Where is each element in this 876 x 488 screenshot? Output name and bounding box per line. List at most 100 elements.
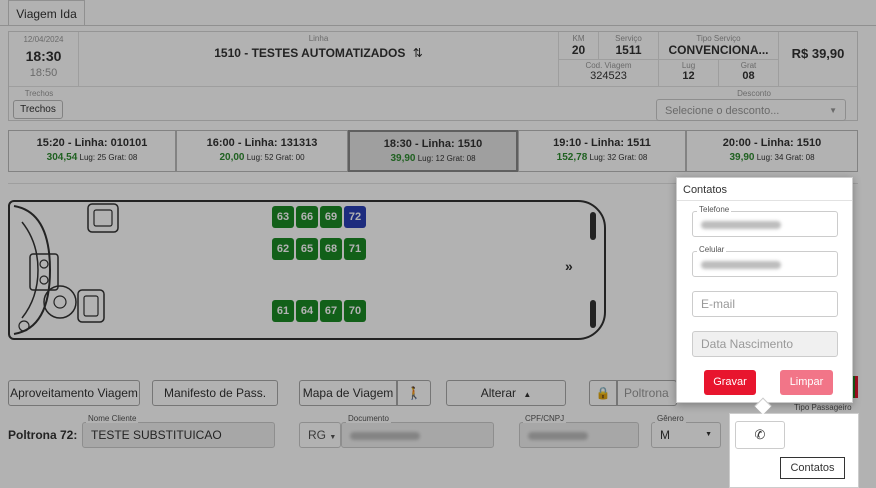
lug-label: Lug xyxy=(681,61,696,70)
tab-viagem-ida[interactable]: Viagem Ida xyxy=(8,0,85,26)
servico-value: 1511 xyxy=(615,43,642,57)
price-cell: R$ 39,90 xyxy=(779,32,857,87)
schedule-time: 18:30 - Linha: 1510 xyxy=(383,138,483,150)
desconto-placeholder: Selecione o desconto... xyxy=(665,105,780,117)
nome-cliente-label: Nome Cliente xyxy=(86,414,139,423)
alterar-button[interactable]: Alterar ▲ xyxy=(446,380,566,406)
chevron-down-icon: ▼ xyxy=(829,106,837,115)
schedule-meta: Lug: 34 Grat: 08 xyxy=(756,153,815,162)
grat-value: 08 xyxy=(742,70,755,82)
seat-66[interactable]: 66 xyxy=(296,206,318,228)
bus-driver-cabin-icon xyxy=(13,203,119,335)
lug-cell: Lug 12 xyxy=(659,60,719,87)
phone-icon[interactable]: ✆ xyxy=(735,421,785,449)
aproveitamento-viagem-button[interactable]: Aproveitamento Viagem xyxy=(8,380,140,406)
caret-down-icon: ▼ xyxy=(705,431,712,438)
swap-icon[interactable]: ⇅ xyxy=(413,46,423,60)
celular-input[interactable] xyxy=(692,251,838,277)
double-chevron-down-icon[interactable]: » xyxy=(565,258,573,274)
poltrona-label: Poltrona 72: xyxy=(8,428,78,442)
servico-label: Serviço xyxy=(615,34,642,43)
popover-divider xyxy=(677,200,852,201)
trechos-label: Trechos xyxy=(24,89,54,98)
schedule-meta: Lug: 25 Grat: 08 xyxy=(79,153,138,162)
seat-64[interactable]: 64 xyxy=(296,300,318,322)
seat-68[interactable]: 68 xyxy=(320,238,342,260)
telefone-label: Telefone xyxy=(697,205,732,214)
linha-value: 1510 - TESTES AUTOMATIZADOS xyxy=(214,46,406,60)
contatos-tooltip: Contatos xyxy=(780,457,845,479)
cod-viagem-cell: Cod. Viagem 324523 xyxy=(559,60,659,87)
contatos-popover: Contatos Telefone Celular E-mail Data Na… xyxy=(676,177,853,403)
seat-67[interactable]: 67 xyxy=(320,300,342,322)
grat-label: Grat xyxy=(740,61,757,70)
schedule-item-1520[interactable]: 15:20 - Linha: 010101 304,54 Lug: 25 Gra… xyxy=(8,130,176,172)
bus-rear-light xyxy=(590,212,596,240)
cpf-cnpj-input[interactable] xyxy=(519,422,639,448)
nome-cliente-input[interactable]: TESTE SUBSTITUICAO xyxy=(82,422,275,448)
documento-label: Documento xyxy=(346,414,391,423)
servico-cell: Serviço 1511 xyxy=(599,32,659,60)
schedule-item-1910[interactable]: 19:10 - Linha: 1511 152,78 Lug: 32 Grat:… xyxy=(518,130,686,172)
gravar-button[interactable]: Gravar xyxy=(704,370,756,395)
mapa-viagem-button[interactable]: Mapa de Viagem xyxy=(299,380,397,406)
seat-72[interactable]: 72 xyxy=(344,206,366,228)
tipo-servico-value: CONVENCIONA... xyxy=(668,43,769,57)
bus-rear-light xyxy=(590,300,596,328)
trip-time-sub: 18:50 xyxy=(29,67,58,79)
telefone-input[interactable] xyxy=(692,211,838,237)
redacted-value xyxy=(528,431,588,440)
lock-icon[interactable]: 🔒 xyxy=(589,380,617,406)
trip-price: R$ 39,90 xyxy=(791,46,845,61)
date-cell: 12/04/2024 18:30 18:50 xyxy=(9,32,79,87)
data-nascimento-input[interactable]: Data Nascimento xyxy=(692,331,838,357)
schedule-item-2000[interactable]: 20:00 - Linha: 1510 39,90 Lug: 34 Grat: … xyxy=(686,130,858,172)
contatos-title: Contatos xyxy=(683,184,728,196)
genero-select[interactable]: M ▼ xyxy=(651,422,721,448)
schedule-meta: Lug: 52 Grat: 00 xyxy=(246,153,305,162)
linha-cell: Linha 1510 - TESTES AUTOMATIZADOS ⇅ xyxy=(79,32,559,87)
seat-69[interactable]: 69 xyxy=(320,206,342,228)
schedule-price: 304,54 xyxy=(46,152,78,163)
seat-65[interactable]: 65 xyxy=(296,238,318,260)
schedule-time: 15:20 - Linha: 010101 xyxy=(36,137,148,149)
trip-date: 12/04/2024 xyxy=(23,35,64,44)
doc-type-select[interactable]: RG ▼ xyxy=(299,422,341,448)
cpf-cnpj-label: CPF/CNPJ xyxy=(523,414,567,423)
trip-info-panel: 12/04/2024 18:30 18:50 Linha 1510 - TEST… xyxy=(8,31,858,121)
seat-62[interactable]: 62 xyxy=(272,238,294,260)
desconto-select[interactable]: Selecione o desconto... ▼ xyxy=(656,99,846,121)
trip-time-main: 18:30 xyxy=(25,48,62,64)
schedule-time: 19:10 - Linha: 1511 xyxy=(553,137,651,149)
lug-value: 12 xyxy=(682,70,695,82)
limpar-button[interactable]: Limpar xyxy=(780,370,833,395)
poltrona-input[interactable]: Poltrona xyxy=(617,380,677,406)
seat-70[interactable]: 70 xyxy=(344,300,366,322)
schedule-meta: Lug: 32 Grat: 08 xyxy=(589,153,648,162)
seat-71[interactable]: 71 xyxy=(344,238,366,260)
seat-61[interactable]: 61 xyxy=(272,300,294,322)
alterar-label: Alterar xyxy=(480,386,517,400)
bus-seat-map: 63 66 69 72 62 65 68 71 61 64 67 70 » xyxy=(8,200,606,340)
genero-value: M xyxy=(660,428,670,442)
schedule-price: 39,90 xyxy=(729,152,755,163)
schedule-item-1600[interactable]: 16:00 - Linha: 131313 20,00 Lug: 52 Grat… xyxy=(176,130,348,172)
passenger-walk-icon[interactable]: 🚶 xyxy=(397,380,431,406)
email-input[interactable]: E-mail xyxy=(692,291,838,317)
schedule-time: 20:00 - Linha: 1510 xyxy=(722,137,822,149)
trechos-button[interactable]: Trechos xyxy=(13,100,63,119)
linha-label: Linha xyxy=(308,34,329,43)
redacted-value xyxy=(350,431,420,440)
km-label: KM xyxy=(572,34,585,43)
seat-63[interactable]: 63 xyxy=(272,206,294,228)
km-cell: KM 20 xyxy=(559,32,599,60)
tab-divider xyxy=(0,25,876,26)
grat-cell: Grat 08 xyxy=(719,60,779,87)
schedule-price: 39,90 xyxy=(390,153,416,164)
caret-up-icon: ▲ xyxy=(523,390,532,399)
schedule-price: 20,00 xyxy=(219,152,245,163)
schedule-item-1830[interactable]: 18:30 - Linha: 1510 39,90 Lug: 12 Grat: … xyxy=(348,130,518,172)
documento-input[interactable] xyxy=(341,422,494,448)
cod-viagem-value: 324523 xyxy=(590,70,627,82)
manifesto-pass-button[interactable]: Manifesto de Pass. xyxy=(152,380,278,406)
